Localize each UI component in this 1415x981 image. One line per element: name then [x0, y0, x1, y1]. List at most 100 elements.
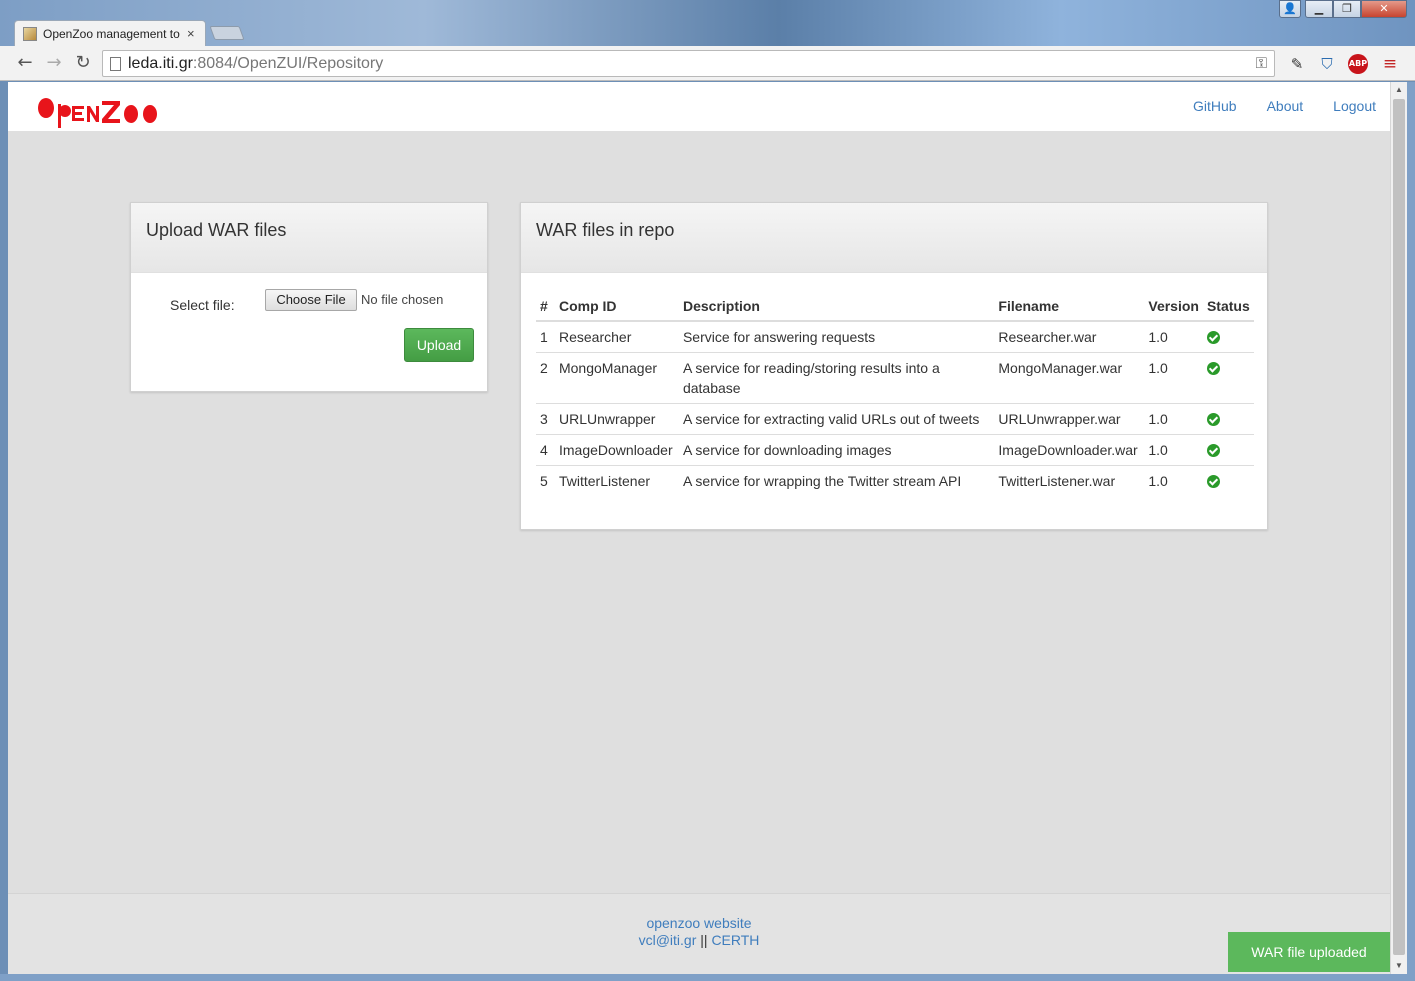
key-icon[interactable]: ⚿	[1256, 54, 1267, 72]
profile-icon[interactable]: 👤	[1279, 0, 1301, 18]
upload-panel-title: Upload WAR files	[146, 220, 287, 240]
cell-description: Service for answering requests	[678, 321, 995, 353]
cell-comp-id: TwitterListener	[558, 473, 651, 489]
window-frame-right	[1407, 82, 1415, 981]
cell-filename: MongoManager.war	[994, 352, 1145, 404]
address-bar[interactable]: leda.iti.gr:8084/OpenZUI/Repository ⚿	[102, 50, 1275, 77]
file-status-text: No file chosen	[361, 292, 444, 307]
cell-comp-id: Researcher	[554, 321, 679, 353]
reload-button[interactable]: ↻	[72, 52, 94, 74]
cell-status	[1203, 466, 1254, 497]
forward-button[interactable]: →	[43, 52, 65, 74]
col-header-comp-id: Comp ID	[554, 289, 679, 322]
tab-title: OpenZoo management to	[43, 26, 180, 41]
window-frame-bottom	[0, 974, 1415, 981]
cell-num: 3	[536, 403, 555, 435]
col-header-description: Description	[678, 289, 995, 322]
url-text[interactable]: leda.iti.gr:8084/OpenZUI/Repository	[128, 55, 383, 73]
cell-filename: URLUnwrapper.war	[994, 403, 1145, 435]
window-titlebar: 👤 ▁ ❐ ✕ OpenZoo management to ×	[0, 0, 1415, 46]
cell-description: A service for extracting valid URLs out …	[678, 403, 995, 435]
github-link[interactable]: GitHub	[1193, 98, 1237, 114]
cell-filename: ImageDownloader.war	[994, 434, 1145, 466]
check-circle-icon	[1206, 444, 1220, 457]
upload-panel: Upload WAR files Select file: Choose Fil…	[130, 202, 488, 392]
repo-panel: WAR files in repo # Comp ID Description …	[520, 202, 1268, 530]
openzoo-logo[interactable]	[36, 94, 168, 139]
cell-num: 2	[536, 352, 555, 404]
favicon-icon	[23, 26, 37, 41]
adblock-icon[interactable]: ABP	[1348, 54, 1368, 74]
cell-comp-id: MongoManager	[554, 352, 679, 404]
cell-status	[1202, 434, 1254, 466]
url-host: leda.iti.gr	[128, 55, 193, 72]
check-circle-icon	[1206, 475, 1220, 488]
cell-num: 4	[536, 434, 555, 466]
cell-version: 1.0	[1148, 473, 1168, 489]
openzoo-website-link[interactable]: openzoo website	[646, 915, 751, 931]
check-circle-icon	[1206, 362, 1220, 375]
col-header-status: Status	[1202, 289, 1254, 322]
war-files-table: # Comp ID Description Filename Version S…	[536, 289, 1254, 496]
shield-extension-icon[interactable]: ⛉	[1316, 53, 1338, 75]
footer-separator: ||	[700, 932, 708, 948]
table-row: 2 MongoManager A service for reading/sto…	[536, 352, 1254, 404]
check-circle-icon	[1206, 331, 1220, 344]
col-header-filename: Filename	[994, 289, 1145, 322]
cell-version: 1.0	[1144, 321, 1203, 353]
scroll-up-arrow-icon[interactable]: ▲	[1391, 82, 1407, 98]
window-controls: 👤 ▁ ❐ ✕	[1279, 0, 1407, 18]
menu-icon[interactable]: ≡	[1379, 53, 1401, 75]
email-link[interactable]: vcl@iti.gr	[639, 932, 697, 948]
table-row: 5 TwitterListener A service for wrapping…	[536, 466, 1254, 497]
logout-link[interactable]: Logout	[1333, 98, 1376, 114]
upload-panel-header: Upload WAR files	[131, 203, 487, 273]
page-icon	[110, 57, 121, 71]
vertical-scrollbar[interactable]: ▲ ▼	[1390, 82, 1407, 974]
page-viewport: GitHub About Logout Upload WAR files Sel…	[8, 82, 1390, 974]
new-tab-button[interactable]	[209, 26, 245, 40]
scroll-down-arrow-icon[interactable]: ▼	[1391, 958, 1407, 974]
site-navbar: GitHub About Logout	[8, 82, 1390, 131]
table-row: 4 ImageDownloader A service for download…	[536, 434, 1254, 466]
page-footer: openzoo website vcl@iti.gr || CERTH	[8, 893, 1390, 974]
cell-num: 1	[536, 321, 555, 353]
about-link[interactable]: About	[1267, 98, 1304, 114]
cell-filename: TwitterListener.war	[998, 473, 1116, 489]
col-header-version: Version	[1144, 289, 1203, 322]
table-row: 1 Researcher Service for answering reque…	[536, 321, 1254, 353]
cell-version: 1.0	[1144, 403, 1203, 435]
cell-comp-id: URLUnwrapper	[554, 403, 679, 435]
upload-success-toast: WAR file uploaded	[1228, 932, 1390, 972]
upload-button[interactable]: Upload	[404, 328, 474, 362]
url-path: :8084/OpenZUI/Repository	[192, 55, 384, 72]
repo-panel-header: WAR files in repo	[521, 203, 1267, 273]
cell-status	[1202, 403, 1254, 435]
minimize-button[interactable]: ▁	[1305, 0, 1333, 18]
browser-toolbar: ← → ↻ leda.iti.gr:8084/OpenZUI/Repositor…	[0, 46, 1415, 81]
select-file-label: Select file:	[170, 297, 235, 313]
tab-close-icon[interactable]: ×	[187, 26, 195, 41]
table-header-row: # Comp ID Description Filename Version S…	[536, 289, 1254, 322]
cell-filename: Researcher.war	[994, 321, 1145, 353]
eyedropper-extension-icon[interactable]: ✎	[1286, 53, 1308, 75]
cell-comp-id: ImageDownloader	[554, 434, 679, 466]
maximize-button[interactable]: ❐	[1333, 0, 1361, 18]
nav-links: GitHub About Logout	[1193, 98, 1376, 114]
cell-description: A service for wrapping the Twitter strea…	[682, 473, 962, 489]
cell-status	[1202, 321, 1254, 353]
cell-version: 1.0	[1144, 434, 1203, 466]
table-row: 3 URLUnwrapper A service for extracting …	[536, 403, 1254, 435]
col-header-num: #	[536, 289, 555, 322]
cell-num: 5	[540, 473, 548, 489]
close-window-button[interactable]: ✕	[1361, 0, 1407, 18]
scroll-thumb[interactable]	[1393, 99, 1405, 955]
repo-panel-title: WAR files in repo	[536, 220, 675, 240]
browser-tab[interactable]: OpenZoo management to ×	[14, 20, 206, 46]
back-button[interactable]: ←	[14, 52, 36, 74]
cell-status	[1202, 352, 1254, 404]
choose-file-button[interactable]: Choose File	[265, 289, 357, 311]
check-circle-icon	[1206, 413, 1220, 426]
certh-link[interactable]: CERTH	[711, 932, 759, 948]
cell-description: A service for reading/storing results in…	[678, 352, 995, 404]
